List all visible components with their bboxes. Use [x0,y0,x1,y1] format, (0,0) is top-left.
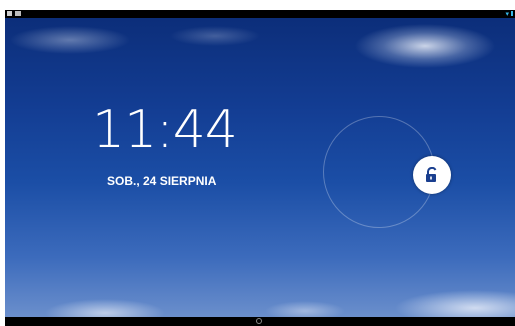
image-notification-icon[interactable] [15,11,21,16]
lockscreen-wallpaper: 11:44 SOB., 24 SIERPNIA [5,18,515,317]
battery-icon [511,11,513,16]
device-screen: ▾ 11:44 SOB., 24 SIERPNIA [5,10,515,326]
status-bar: ▾ [5,10,515,18]
unlock-button[interactable] [413,156,451,194]
lockscreen-date: SOB., 24 SIERPNIA [107,174,217,188]
wifi-icon: ▾ [505,10,509,18]
notification-icon[interactable] [7,11,12,16]
navigation-bar [5,317,515,326]
unlock-padlock-icon [426,167,437,182]
lockscreen-clock: 11:44 [92,100,238,160]
home-circle-icon[interactable] [256,318,262,324]
